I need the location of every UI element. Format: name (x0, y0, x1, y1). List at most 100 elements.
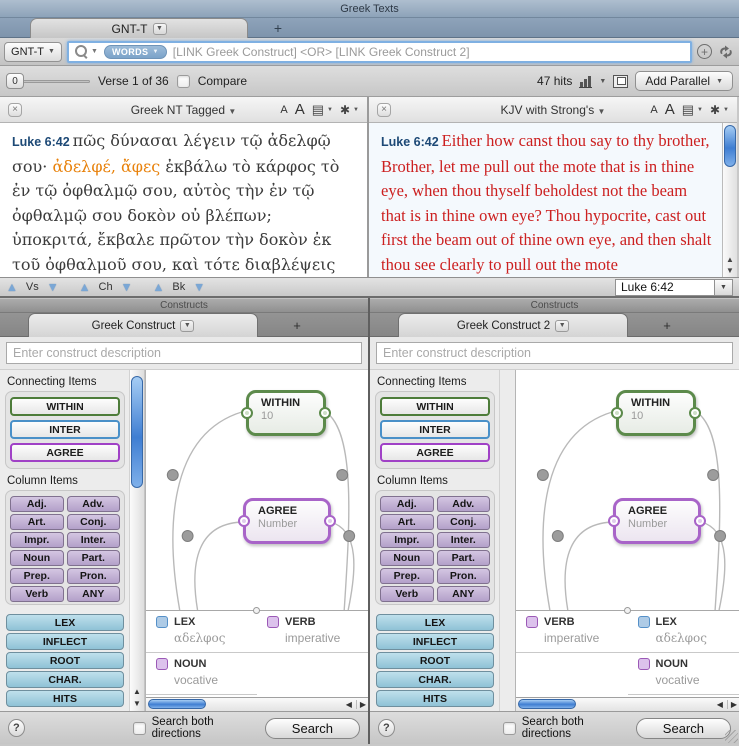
pos-item-button[interactable]: ANY (437, 586, 491, 602)
pos-item-button[interactable]: Impr. (10, 532, 64, 548)
hits-graph-icon[interactable] (579, 75, 592, 88)
words-scope-pill[interactable]: WORDS ▼ (104, 45, 167, 59)
compare-checkbox[interactable] (177, 75, 190, 88)
node-value[interactable]: 10 (261, 410, 323, 422)
scroll-right-icon[interactable]: ▶ (356, 700, 366, 709)
search-button[interactable]: Search (636, 718, 731, 739)
new-tab-button[interactable]: + (632, 313, 702, 337)
column-item-cell[interactable]: VERB imperative (516, 611, 628, 653)
scrollbar-arrows[interactable]: ▲▼ (130, 687, 144, 708)
scrollbar-thumb[interactable] (518, 699, 576, 709)
node-value[interactable]: Number (258, 518, 328, 530)
pos-item-button[interactable]: Art. (10, 514, 64, 530)
tag-item-button[interactable]: ROOT (6, 652, 124, 669)
help-button[interactable]: ? (378, 719, 395, 737)
slider-thumb[interactable]: 0 (6, 73, 24, 89)
construct-column-2[interactable]: VERB imperative (257, 611, 368, 697)
construct-titlebar[interactable]: Constructs (370, 298, 739, 313)
display-settings-icon[interactable]: ▤ (682, 103, 694, 116)
greek-text[interactable]: Luke 6:42πῶς δύνασαι λέγειν τῷ ἀδελφῷ σο… (0, 123, 367, 277)
pos-item-button[interactable]: Prep. (10, 568, 64, 584)
column-item-cell[interactable]: VERB imperative (257, 611, 368, 653)
scroll-left-icon[interactable]: ◀ (343, 700, 352, 709)
module-select-button[interactable]: GNT-T ▼ (4, 42, 62, 62)
pos-item-button[interactable]: Noun (10, 550, 64, 566)
verse-slider[interactable]: 0 (6, 73, 90, 89)
search-options-caret-icon[interactable]: ▼ (91, 48, 98, 55)
splitter-handle-icon[interactable] (624, 607, 631, 614)
search-query-text[interactable]: [LINK Greek Construct] <OR> [LINK Greek … (173, 45, 470, 59)
item-type-icon[interactable] (638, 616, 650, 628)
pos-item-button[interactable]: Adv. (437, 496, 491, 512)
tag-item-button[interactable]: HITS (6, 690, 124, 707)
pos-item-button[interactable]: Prep. (380, 568, 434, 584)
construct-description-input[interactable] (6, 342, 362, 364)
node-port-right[interactable] (689, 407, 701, 419)
tab-dropdown-icon[interactable]: ▼ (180, 320, 194, 332)
node-port-right[interactable] (694, 515, 706, 527)
within-node[interactable]: WITHIN 10 (246, 390, 326, 436)
node-port-right[interactable] (324, 515, 336, 527)
node-port-left[interactable] (238, 515, 250, 527)
book-up-button[interactable]: ▲ (152, 281, 164, 293)
tab-dropdown-icon[interactable]: ▼ (555, 320, 569, 332)
column-item-cell[interactable]: LEX αδελφος (628, 611, 739, 653)
decrease-font-button[interactable]: A (650, 104, 657, 116)
pos-item-button[interactable]: Pron. (67, 568, 121, 584)
search-button[interactable]: Search (265, 718, 360, 739)
kjv-scrollbar[interactable]: ▲▼ (722, 123, 737, 277)
tag-item-button[interactable]: CHAR. (376, 671, 494, 688)
canvas-horizontal-scrollbar[interactable]: ◀▶ (146, 697, 368, 711)
pos-item-button[interactable]: Verb (10, 586, 64, 602)
search-input[interactable]: ▼ WORDS ▼ [LINK Greek Construct] <OR> [L… (67, 41, 692, 63)
pos-item-button[interactable]: Part. (67, 550, 121, 566)
connecting-item-button[interactable]: WITHIN (380, 397, 490, 416)
within-node[interactable]: WITHIN 10 (616, 390, 696, 436)
construct-column-1[interactable]: LEX αδελφος NOUN vocative (146, 611, 257, 697)
item-type-icon[interactable] (156, 658, 168, 670)
tag-item-button[interactable]: CHAR. (6, 671, 124, 688)
pos-item-button[interactable]: Adj. (10, 496, 64, 512)
close-icon[interactable]: × (377, 103, 391, 117)
verse-up-button[interactable]: ▲ (6, 281, 18, 293)
tab-gnt-t[interactable]: GNT-T ▼ (30, 18, 248, 38)
tag-item-button[interactable]: HITS (376, 690, 494, 707)
construct-column-1[interactable]: VERB imperative (516, 611, 628, 697)
goto-reference-input[interactable]: Luke 6:42 (615, 279, 715, 296)
node-port-left[interactable] (611, 407, 623, 419)
tag-item-button[interactable]: INFLECT (6, 633, 124, 650)
item-type-icon[interactable] (526, 616, 538, 628)
connecting-item-button[interactable]: INTER (380, 420, 490, 439)
kjv-text[interactable]: Luke 6:42Either how canst thou say to th… (369, 123, 737, 277)
node-value[interactable]: Number (628, 518, 698, 530)
scrollbar-thumb[interactable] (724, 125, 736, 167)
amplify-recycle-icon[interactable] (717, 43, 735, 61)
pos-item-button[interactable]: Pron. (437, 568, 491, 584)
tab-greek-construct[interactable]: Greek Construct ▼ (28, 313, 258, 337)
scroll-right-icon[interactable]: ▶ (727, 700, 737, 709)
search-both-directions-checkbox[interactable] (503, 722, 516, 735)
pos-item-button[interactable]: Inter. (437, 532, 491, 548)
search-both-directions-checkbox[interactable] (133, 722, 146, 735)
chapter-down-button[interactable]: ▼ (121, 281, 133, 293)
construct-titlebar[interactable]: Constructs (0, 298, 368, 313)
connecting-item-button[interactable]: WITHIN (10, 397, 120, 416)
window-titlebar[interactable]: Greek Texts (0, 0, 739, 18)
connecting-item-button[interactable]: AGREE (380, 443, 490, 462)
node-value[interactable]: 10 (631, 410, 693, 422)
pos-item-button[interactable]: Verb (380, 586, 434, 602)
decrease-font-button[interactable]: A (280, 104, 287, 116)
splitter-handle-icon[interactable] (253, 607, 260, 614)
tag-item-button[interactable]: ROOT (376, 652, 494, 669)
item-type-icon[interactable] (638, 658, 650, 670)
search-icon[interactable] (75, 45, 88, 58)
details-window-icon[interactable] (613, 75, 628, 88)
verse-reference[interactable]: Luke 6:42 (381, 135, 439, 149)
tag-item-button[interactable]: INFLECT (376, 633, 494, 650)
canvas-horizontal-scrollbar[interactable]: ◀▶ (516, 697, 739, 711)
node-port-left[interactable] (608, 515, 620, 527)
pos-item-button[interactable]: Impr. (380, 532, 434, 548)
verse-reference[interactable]: Luke 6:42 (12, 135, 70, 149)
pos-item-button[interactable]: Part. (437, 550, 491, 566)
scrollbar-arrows[interactable]: ▲▼ (723, 255, 737, 275)
